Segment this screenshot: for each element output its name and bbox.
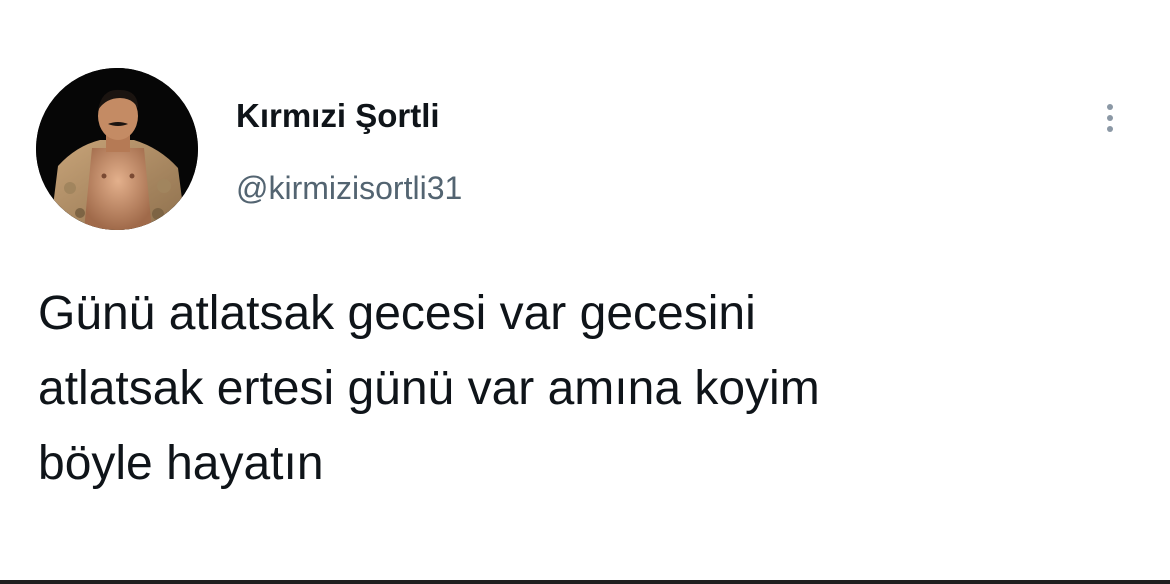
more-options-icon[interactable] <box>1096 96 1124 140</box>
author-handle[interactable]: @kirmizisortli31 <box>236 168 462 208</box>
author-display-name[interactable]: Kırmızi Şortli <box>236 96 440 136</box>
more-dot <box>1107 126 1113 132</box>
more-dot <box>1107 104 1113 110</box>
tweet-card: Kırmızi Şortli @kirmizisortli31 Günü atl… <box>0 0 1170 584</box>
avatar[interactable] <box>36 68 198 230</box>
tweet-text-line: böyle hayatın <box>38 437 324 490</box>
more-dot <box>1107 115 1113 121</box>
tweet-text: Günü atlatsak gecesi var gecesini atlats… <box>38 276 1138 501</box>
bottom-divider <box>0 580 1170 584</box>
avatar-photo <box>36 68 198 230</box>
tweet-text-line: Günü atlatsak gecesi var gecesini <box>38 287 756 340</box>
tweet-text-line: atlatsak ertesi günü var amına koyim <box>38 362 820 415</box>
